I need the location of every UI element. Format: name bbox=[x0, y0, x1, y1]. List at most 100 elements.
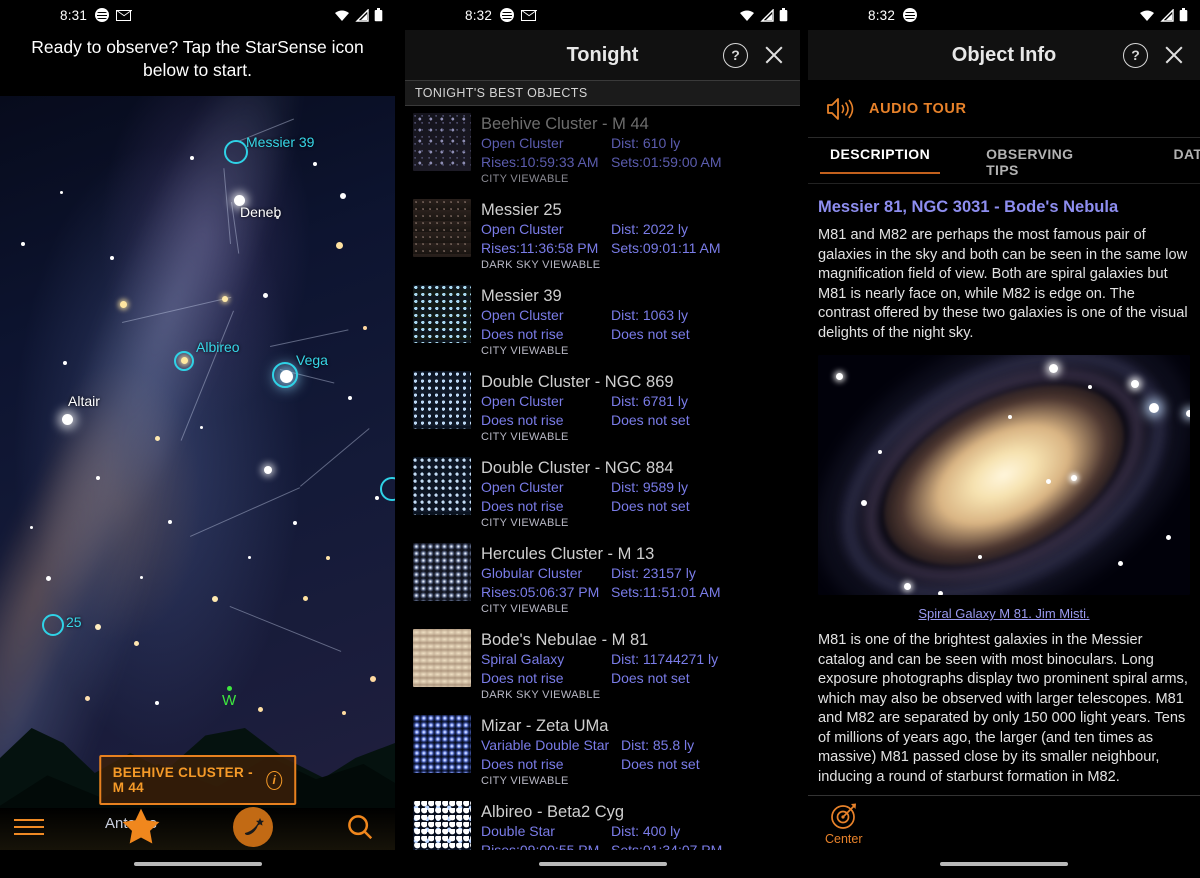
object-type: Double Star bbox=[481, 823, 555, 839]
object-name: Double Cluster - NGC 869 bbox=[481, 373, 674, 391]
object-info-bottom-bar: Center bbox=[808, 795, 1200, 850]
star bbox=[293, 521, 297, 525]
object-distance: Dist: 85.8 ly bbox=[621, 737, 695, 753]
object-details: Bode's Nebulae - M 81 Spiral Galaxy Dist: … bbox=[481, 629, 800, 703]
close-icon[interactable] bbox=[1162, 43, 1186, 67]
star bbox=[46, 576, 51, 581]
object-distance: Dist: 2022 ly bbox=[611, 221, 689, 237]
nav-pill[interactable] bbox=[538, 862, 667, 866]
object-times-row: Rises:09:00:55 PM Sets:01:34:07 PM bbox=[481, 841, 800, 850]
object-list-item[interactable]: Double Cluster - NGC 884 Open Cluster Dist… bbox=[405, 451, 800, 537]
sky-label-albireo: Albireo bbox=[196, 339, 240, 355]
object-name: Mizar - Zeta UMa bbox=[481, 717, 609, 735]
selected-object-chip[interactable]: BEEHIVE CLUSTER - M 44 i bbox=[98, 755, 297, 805]
photo-star bbox=[878, 450, 882, 454]
section-header: TONIGHT'S BEST OBJECTS bbox=[405, 80, 800, 106]
object-details: Messier 25 Open Cluster Dist: 2022 ly Rises… bbox=[481, 199, 800, 273]
help-icon[interactable]: ? bbox=[723, 42, 748, 68]
star bbox=[134, 641, 139, 646]
object-times-row: Does not rise Does not set bbox=[481, 411, 800, 430]
starsense-logo-icon[interactable] bbox=[233, 807, 273, 847]
photo-caption[interactable]: Spiral Galaxy M 81. Jim Misti. bbox=[818, 601, 1190, 631]
star bbox=[110, 256, 114, 260]
help-icon[interactable]: ? bbox=[1123, 42, 1148, 68]
signal-icon bbox=[355, 8, 369, 22]
object-rise-time: Does not rise bbox=[481, 756, 564, 772]
star bbox=[340, 193, 346, 199]
nav-pill[interactable] bbox=[940, 862, 1068, 866]
info-icon[interactable]: i bbox=[266, 770, 283, 790]
object-set-time: Does not set bbox=[611, 498, 690, 514]
object-rise-time: Rises:09:00:55 PM bbox=[481, 842, 600, 850]
tab-data[interactable]: DATA bbox=[1173, 146, 1200, 174]
gmail-icon bbox=[521, 9, 537, 21]
object-list-item[interactable]: Mizar - Zeta UMa Variable Double Star Dist… bbox=[405, 709, 800, 795]
star bbox=[190, 156, 194, 160]
star bbox=[222, 296, 228, 302]
visibility-tag: CITY VIEWABLE bbox=[481, 345, 569, 357]
object-list-item[interactable]: Beehive Cluster - M 44 Open Cluster Dist: … bbox=[405, 107, 800, 193]
object-type-row: Double Star Dist: 400 ly bbox=[481, 822, 800, 841]
dso-marker-messier25[interactable] bbox=[42, 614, 64, 636]
object-times-row: Does not rise Does not set bbox=[481, 669, 800, 688]
audio-tour-label: AUDIO TOUR bbox=[869, 100, 967, 117]
compass-west-marker: W bbox=[222, 686, 236, 709]
description-content[interactable]: Messier 81, NGC 3031 - Bode's Nebula M81… bbox=[808, 190, 1200, 795]
battery-icon bbox=[779, 8, 788, 22]
object-list-item[interactable]: Hercules Cluster - M 13 Globular Cluster D… bbox=[405, 537, 800, 623]
object-type: Open Cluster bbox=[481, 221, 564, 237]
spotify-icon bbox=[500, 8, 515, 22]
object-list-item[interactable]: Double Cluster - NGC 869 Open Cluster Dist… bbox=[405, 365, 800, 451]
dso-marker-messier39[interactable] bbox=[224, 140, 248, 164]
object-name: Hercules Cluster - M 13 bbox=[481, 545, 655, 563]
page-title: Object Info bbox=[951, 43, 1057, 66]
objects-list[interactable]: Beehive Cluster - M 44 Open Cluster Dist: … bbox=[405, 107, 800, 850]
photo-star bbox=[1166, 535, 1171, 540]
star bbox=[375, 496, 379, 500]
star bbox=[363, 326, 367, 330]
star-icon[interactable] bbox=[118, 804, 164, 850]
photo-star bbox=[978, 555, 982, 559]
description-paragraph-2: M81 is one of the brightest galaxies in … bbox=[818, 632, 1188, 785]
object-details: Mizar - Zeta UMa Variable Double Star Dist… bbox=[481, 715, 800, 789]
dso-marker-albireo[interactable] bbox=[174, 351, 194, 371]
page-title: Tonight bbox=[566, 43, 639, 66]
object-thumbnail bbox=[413, 543, 471, 601]
tab-description[interactable]: DESCRIPTION bbox=[819, 146, 941, 174]
photo-star bbox=[1008, 415, 1012, 419]
search-icon[interactable] bbox=[343, 810, 377, 844]
photo-star bbox=[1046, 479, 1051, 484]
object-rise-time: Does not rise bbox=[481, 412, 564, 428]
star bbox=[168, 520, 172, 524]
center-button[interactable]: Center bbox=[825, 801, 863, 846]
sky-label-messier25: 25 bbox=[66, 614, 82, 630]
object-times-row: Does not rise Does not set bbox=[481, 325, 800, 344]
hamburger-menu-icon[interactable] bbox=[14, 815, 44, 839]
wifi-icon bbox=[1140, 10, 1154, 21]
info-tabs: DESCRIPTION OBSERVING TIPS DATA bbox=[808, 138, 1200, 184]
object-set-time: Sets:01:34:07 PM bbox=[611, 842, 723, 850]
object-type: Globular Cluster bbox=[481, 565, 583, 581]
object-list-item[interactable]: Messier 39 Open Cluster Dist: 1063 ly Does … bbox=[405, 279, 800, 365]
dso-marker-vega[interactable] bbox=[272, 362, 298, 388]
object-times-row: Rises:10:59:33 AM Sets:01:59:00 AM bbox=[481, 153, 800, 172]
object-name: Beehive Cluster - M 44 bbox=[481, 115, 649, 133]
object-thumbnail bbox=[413, 457, 471, 515]
sky-label-vega: Vega bbox=[296, 352, 328, 368]
object-list-item[interactable]: Messier 25 Open Cluster Dist: 2022 ly Rises… bbox=[405, 193, 800, 279]
close-icon[interactable] bbox=[762, 43, 786, 67]
android-nav-bar bbox=[808, 850, 1200, 878]
object-list-item[interactable]: Albireo - Beta2 Cyg Double Star Dist: 400 … bbox=[405, 795, 800, 850]
nav-pill[interactable] bbox=[133, 862, 262, 866]
visibility-tag: DARK SKY VIEWABLE bbox=[481, 259, 601, 271]
object-thumbnail bbox=[413, 285, 471, 343]
tabs-divider bbox=[808, 183, 1200, 184]
audio-tour-button[interactable]: AUDIO TOUR bbox=[808, 80, 1200, 138]
star bbox=[30, 526, 33, 529]
object-list-item[interactable]: Bode's Nebulae - M 81 Spiral Galaxy Dist: … bbox=[405, 623, 800, 709]
android-nav-bar bbox=[405, 850, 800, 878]
star bbox=[258, 707, 263, 712]
object-distance: Dist: 9589 ly bbox=[611, 479, 689, 495]
object-distance: Dist: 6781 ly bbox=[611, 393, 689, 409]
wifi-icon bbox=[740, 10, 754, 21]
